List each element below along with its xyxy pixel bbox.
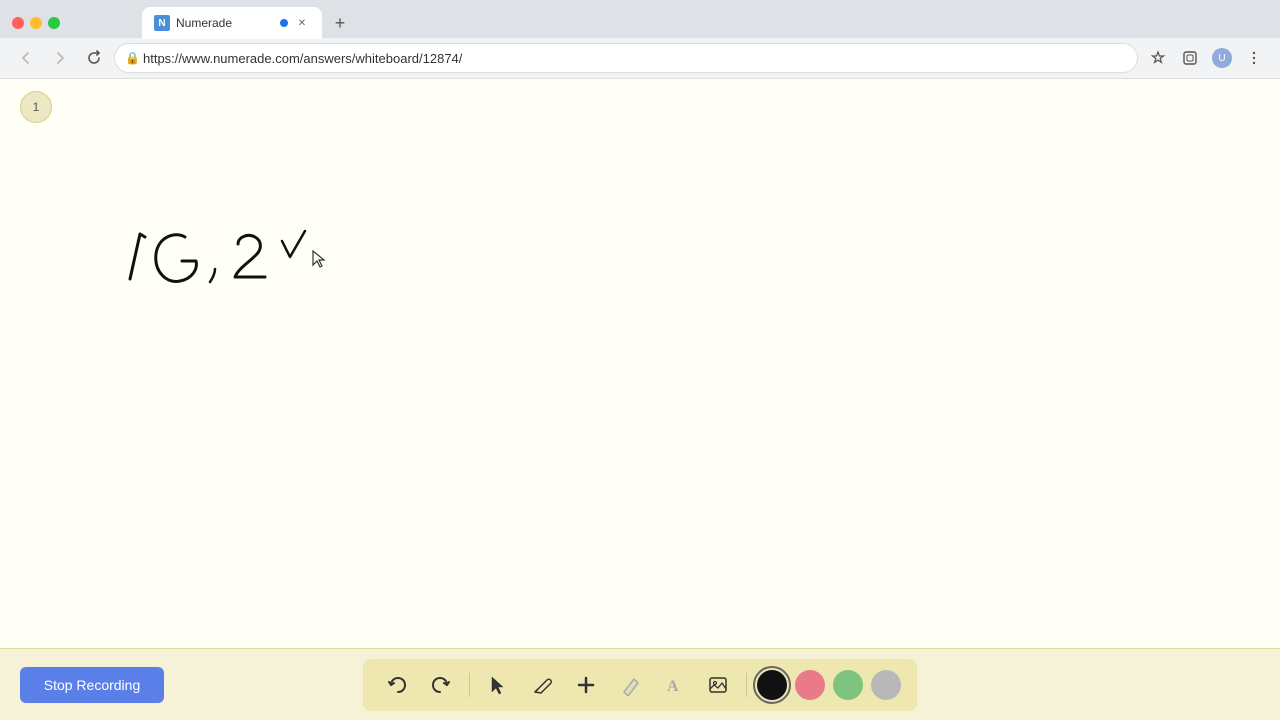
active-tab[interactable]: N Numerade ✕ xyxy=(142,7,322,39)
puzzle-icon xyxy=(1182,50,1198,66)
extensions-button[interactable] xyxy=(1176,44,1204,72)
back-button[interactable] xyxy=(12,44,40,72)
text-icon: A xyxy=(663,674,685,696)
reload-button[interactable] xyxy=(80,44,108,72)
tabs-bar: N Numerade ✕ + xyxy=(72,7,354,39)
forward-icon xyxy=(52,50,68,66)
title-bar: N Numerade ✕ + xyxy=(0,0,1280,38)
close-button[interactable] xyxy=(12,17,24,29)
tab-close-button[interactable]: ✕ xyxy=(294,15,310,31)
menu-button[interactable] xyxy=(1240,44,1268,72)
page-number-badge: 1 xyxy=(20,91,52,123)
image-icon xyxy=(707,674,729,696)
add-icon xyxy=(575,674,597,696)
color-green-button[interactable] xyxy=(833,670,863,700)
maximize-button[interactable] xyxy=(48,17,60,29)
profile-button[interactable]: U xyxy=(1208,44,1236,72)
image-tool-button[interactable] xyxy=(700,667,736,703)
undo-button[interactable] xyxy=(379,667,415,703)
add-tool-button[interactable] xyxy=(568,667,604,703)
select-tool-button[interactable] xyxy=(480,667,516,703)
tab-title: Numerade xyxy=(176,16,274,30)
new-tab-button[interactable]: + xyxy=(326,9,354,37)
window-controls xyxy=(12,17,60,29)
separator-1 xyxy=(469,673,470,697)
bottom-toolbar: Stop Recording xyxy=(0,648,1280,720)
url-text: https://www.numerade.com/answers/whitebo… xyxy=(143,51,462,66)
browser-chrome: N Numerade ✕ + 🔒 htt xyxy=(0,0,1280,79)
redo-icon xyxy=(430,674,452,696)
star-icon xyxy=(1150,50,1166,66)
undo-icon xyxy=(386,674,408,696)
color-black-button[interactable] xyxy=(757,670,787,700)
forward-button[interactable] xyxy=(46,44,74,72)
page-number: 1 xyxy=(33,100,40,114)
back-icon xyxy=(18,50,34,66)
whiteboard-canvas[interactable]: 1 xyxy=(0,79,1280,649)
lock-icon: 🔒 xyxy=(125,51,140,65)
minimize-button[interactable] xyxy=(30,17,42,29)
address-bar[interactable]: 🔒 https://www.numerade.com/answers/white… xyxy=(114,43,1138,73)
pen-icon xyxy=(531,674,553,696)
address-bar-row: 🔒 https://www.numerade.com/answers/white… xyxy=(0,38,1280,78)
separator-2 xyxy=(746,673,747,697)
browser-toolbar-right: U xyxy=(1144,44,1268,72)
color-pink-button[interactable] xyxy=(795,670,825,700)
menu-dots-icon xyxy=(1246,50,1262,66)
drawing-tools-panel: A xyxy=(363,659,917,711)
color-gray-button[interactable] xyxy=(871,670,901,700)
svg-text:A: A xyxy=(667,678,679,695)
redo-button[interactable] xyxy=(423,667,459,703)
tab-favicon: N xyxy=(154,15,170,31)
pen-tool-button[interactable] xyxy=(524,667,560,703)
tab-recording-indicator xyxy=(280,19,288,27)
eraser-icon xyxy=(619,674,641,696)
stop-recording-button[interactable]: Stop Recording xyxy=(20,667,164,703)
avatar: U xyxy=(1212,48,1232,68)
eraser-tool-button[interactable] xyxy=(612,667,648,703)
text-tool-button[interactable]: A xyxy=(656,667,692,703)
reload-icon xyxy=(86,50,102,66)
select-icon xyxy=(487,674,509,696)
bookmark-button[interactable] xyxy=(1144,44,1172,72)
handwriting-area xyxy=(120,219,370,304)
handwriting-svg xyxy=(120,219,370,299)
